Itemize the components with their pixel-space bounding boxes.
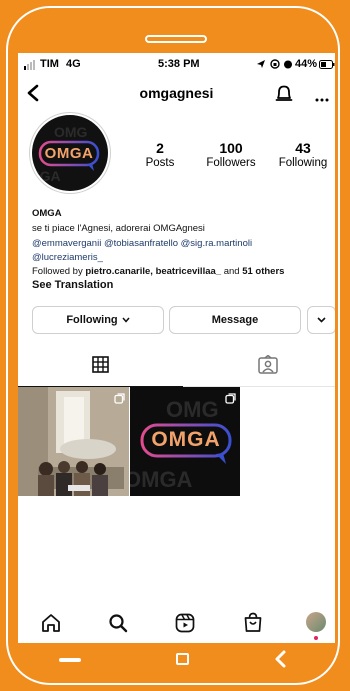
avatar-logo-text: OMGA — [44, 145, 94, 162]
svg-text:MGA: MGA — [32, 168, 61, 184]
profile-bio: se ti piace l'Agnesi, adorerai OMGAgnesi — [32, 223, 205, 234]
network-label: 4G — [66, 58, 81, 70]
multiple-photos-icon — [225, 391, 236, 409]
multiple-photos-icon — [114, 391, 125, 409]
suggested-dropdown-button[interactable] — [307, 306, 335, 334]
see-translation-link[interactable]: See Translation — [32, 279, 113, 291]
status-bar: TIM 4G 5:38 PM 44% — [18, 58, 335, 72]
followed-by[interactable]: Followed by pietro.canarile, beatricevil… — [32, 266, 284, 277]
reels-icon[interactable] — [175, 613, 195, 638]
profile-name: OMGA — [32, 208, 62, 219]
post-thumbnail-2[interactable]: OMG OMGA OMGA — [130, 387, 240, 496]
alarm-icon — [283, 59, 293, 72]
phone-speaker — [145, 35, 207, 43]
app-screen: TIM 4G 5:38 PM 44% omgagnesi OMG MGA OMG… — [18, 53, 335, 643]
posts-stat[interactable]: 2 Posts — [125, 140, 195, 169]
svg-text:OMG: OMG — [54, 124, 88, 140]
bio-mention-lucrezia[interactable]: @lucreziameris_ — [32, 252, 103, 263]
chevron-down-icon — [122, 314, 130, 326]
home-button-icon[interactable] — [176, 653, 189, 665]
svg-text:OMGA: OMGA — [130, 467, 193, 492]
clock: 5:38 PM — [158, 58, 200, 70]
followers-stat[interactable]: 100 Followers — [196, 140, 266, 169]
home-icon[interactable] — [41, 613, 61, 638]
device-nav-bar — [18, 643, 335, 683]
svg-text:OMG: OMG — [166, 397, 219, 422]
carrier-label: TIM — [40, 58, 59, 70]
bottom-nav — [18, 608, 335, 643]
following-stat[interactable]: 43 Following — [268, 140, 335, 169]
profile-avatar[interactable]: OMG MGA OMGA — [32, 115, 108, 191]
message-button[interactable]: Message — [169, 306, 301, 334]
recents-icon[interactable] — [59, 658, 81, 662]
location-icon — [256, 59, 266, 72]
profile-tabs — [18, 344, 335, 387]
profile-avatar-icon[interactable] — [306, 612, 326, 632]
battery-icon — [319, 60, 335, 72]
search-icon[interactable] — [108, 613, 128, 638]
shop-icon[interactable] — [243, 612, 263, 638]
bell-icon[interactable] — [274, 83, 294, 110]
notification-dot — [314, 636, 318, 640]
post-photo-illustration — [18, 387, 129, 496]
back-button-icon[interactable] — [273, 649, 287, 674]
tagged-photos-icon[interactable] — [258, 354, 278, 379]
more-options-icon[interactable] — [314, 90, 330, 108]
battery-percent: 44% — [295, 58, 318, 70]
signal-icon — [24, 60, 38, 73]
following-button[interactable]: Following — [32, 306, 164, 334]
lock-rotation-icon — [270, 59, 280, 72]
bio-mentions[interactable]: @emmaverganii @tobiasanfratello @sig.ra.… — [32, 238, 252, 249]
post-logo-text: OMGA — [151, 428, 221, 451]
grid-icon[interactable] — [92, 356, 109, 378]
profile-header: omgagnesi — [18, 83, 335, 107]
post-thumbnail-1[interactable] — [18, 387, 129, 496]
chevron-down-icon — [317, 314, 326, 326]
